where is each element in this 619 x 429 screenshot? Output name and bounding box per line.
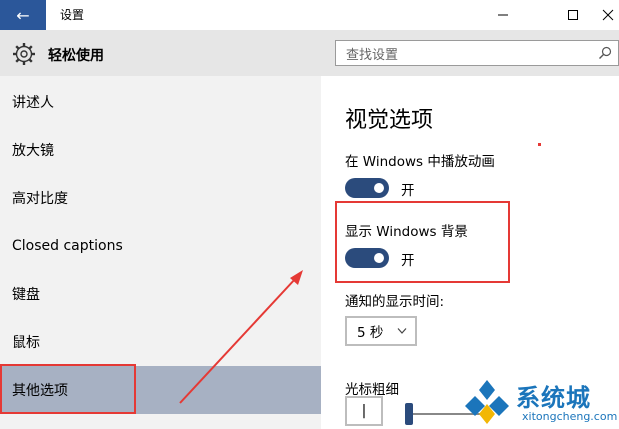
sidebar-item-magnifier[interactable]: 放大镜 — [0, 126, 321, 174]
maximize-button[interactable] — [550, 0, 596, 30]
window-title: 设置 — [60, 8, 85, 22]
minimize-icon — [498, 14, 508, 16]
minimize-button[interactable] — [480, 0, 526, 30]
sidebar-title: 轻松使用 — [48, 48, 104, 64]
watermark-url: xitongcheng.com — [522, 410, 618, 423]
sidebar-item-closed-captions[interactable]: Closed captions — [0, 222, 321, 270]
animations-state: 开 — [401, 183, 415, 199]
notify-label: 通知的显示时间: — [345, 294, 445, 310]
watermark-logo-icon — [465, 380, 509, 424]
cursor-thickness-label: 光标粗细 — [345, 382, 399, 398]
watermark: 系统城 xitongcheng.com — [462, 376, 619, 429]
animations-toggle[interactable] — [345, 178, 389, 198]
search-input[interactable]: 查找设置 — [335, 40, 619, 66]
gear-icon — [13, 43, 35, 65]
sidebar-item-mouse[interactable]: 鼠标 — [0, 318, 321, 366]
close-button[interactable] — [596, 0, 619, 30]
highlight-other-options — [0, 364, 136, 414]
section-title: 视觉选项 — [345, 108, 434, 133]
chevron-down-icon — [397, 328, 407, 334]
sidebar-item-label: 放大镜 — [12, 143, 54, 159]
cursor-preview-glyph: | — [361, 403, 367, 419]
cursor-thickness-slider-thumb[interactable] — [405, 403, 413, 425]
toggle-knob — [374, 183, 384, 193]
notify-duration-value: 5 秒 — [357, 325, 384, 341]
animations-label: 在 Windows 中播放动画 — [345, 154, 495, 170]
title-bar: ← 设置 — [0, 0, 619, 30]
maximize-icon — [568, 10, 578, 20]
cursor-preview: | — [345, 396, 383, 426]
sidebar-item-label: 讲述人 — [12, 95, 54, 111]
search-placeholder: 查找设置 — [346, 47, 399, 63]
sidebar-item-high-contrast[interactable]: 高对比度 — [0, 174, 321, 222]
sidebar-item-label: Closed captions — [12, 238, 123, 254]
sidebar-item-keyboard[interactable]: 键盘 — [0, 270, 321, 318]
sidebar-item-label: 高对比度 — [12, 191, 68, 207]
sidebar-item-label: 鼠标 — [12, 335, 40, 351]
notify-duration-select[interactable]: 5 秒 — [345, 316, 417, 346]
search-strip: 查找设置 — [321, 30, 619, 76]
close-icon — [602, 9, 613, 21]
highlight-show-background — [335, 201, 510, 283]
sidebar-header: 轻松使用 — [0, 30, 321, 76]
back-button[interactable]: ← — [0, 0, 46, 30]
search-icon[interactable] — [598, 46, 612, 60]
back-arrow-icon: ← — [16, 5, 30, 25]
sidebar-item-narrator[interactable]: 讲述人 — [0, 78, 321, 126]
sidebar-item-label: 键盘 — [12, 287, 40, 303]
stray-red-mark — [538, 143, 541, 146]
watermark-text: 系统城 — [516, 384, 591, 412]
